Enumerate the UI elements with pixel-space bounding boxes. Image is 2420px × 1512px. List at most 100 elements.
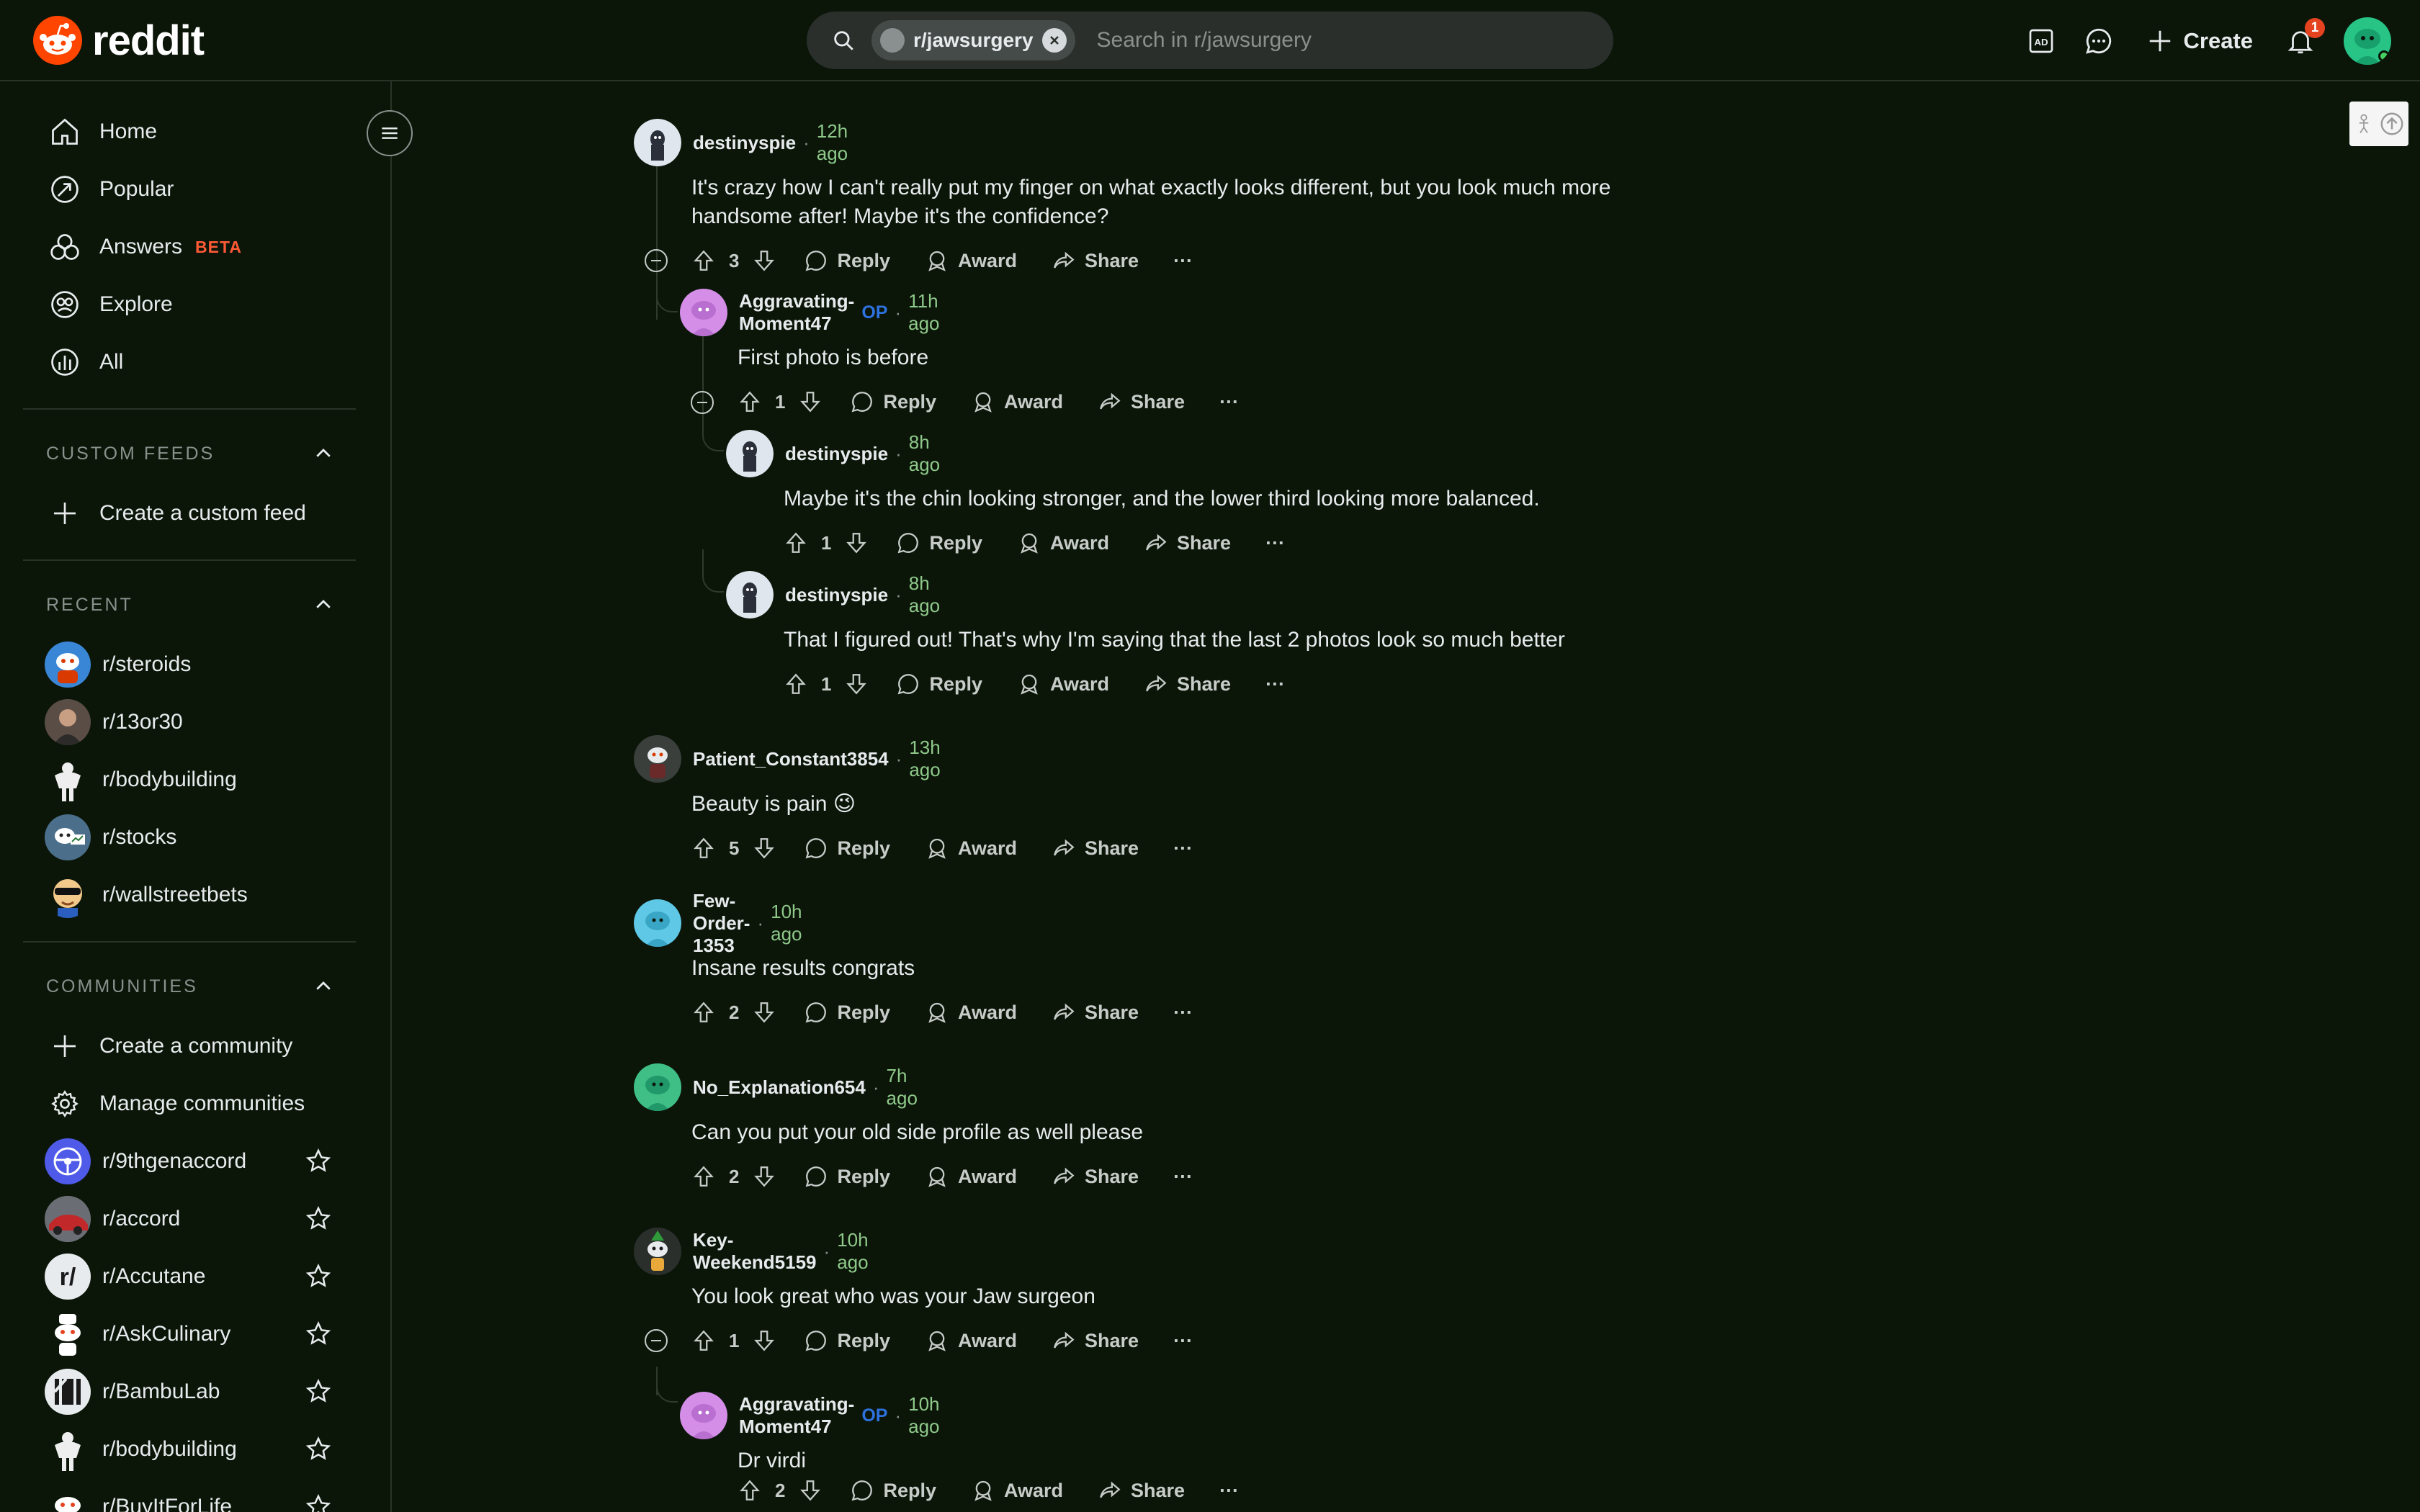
more-options-button[interactable]: ··· <box>1219 1480 1239 1502</box>
comment-author[interactable]: Few-Order-1353 <box>693 890 750 957</box>
comment-author[interactable]: destinyspie <box>785 584 888 606</box>
recent-community[interactable]: r/steroids <box>23 636 333 693</box>
downvote-icon[interactable] <box>844 672 869 696</box>
share-button[interactable]: Share <box>1144 672 1231 696</box>
more-options-button[interactable]: ··· <box>1219 391 1239 413</box>
avatar[interactable] <box>634 899 681 947</box>
upvote-icon[interactable] <box>784 531 808 555</box>
downvote-icon[interactable] <box>798 1478 823 1503</box>
more-options-button[interactable]: ··· <box>1173 1330 1193 1352</box>
share-button[interactable]: Share <box>1144 531 1231 555</box>
more-options-button[interactable]: ··· <box>1173 250 1193 272</box>
more-options-button[interactable]: ··· <box>1265 532 1285 554</box>
avatar[interactable] <box>680 1392 727 1439</box>
extension-widget[interactable] <box>2349 102 2408 146</box>
community-item[interactable]: r/BuyItForLife <box>23 1479 333 1512</box>
advertise-button[interactable]: AD <box>2012 12 2070 70</box>
share-button[interactable]: Share <box>1052 836 1139 860</box>
comment-time[interactable]: 13h ago <box>909 737 940 781</box>
community-item[interactable]: r/bodybuilding <box>23 1421 333 1477</box>
collapse-thread-button[interactable] <box>645 249 668 272</box>
reply-button[interactable]: Reply <box>804 248 890 273</box>
comment-time[interactable]: 8h ago <box>909 572 940 617</box>
recent-community[interactable]: r/stocks <box>23 809 333 865</box>
reddit-logo[interactable]: reddit <box>33 16 205 65</box>
comment-author[interactable]: Patient_Constant3854 <box>693 748 889 770</box>
comment-author[interactable]: Aggravating-Moment47 <box>739 1393 854 1438</box>
reply-button[interactable]: Reply <box>850 390 936 414</box>
award-button[interactable]: Award <box>925 836 1017 860</box>
downvote-icon[interactable] <box>752 1164 776 1189</box>
avatar[interactable] <box>726 571 774 618</box>
award-button[interactable]: Award <box>1017 531 1109 555</box>
comment-time[interactable]: 8h ago <box>909 431 940 476</box>
nav-all[interactable]: All <box>23 334 354 390</box>
award-button[interactable]: Award <box>971 390 1063 414</box>
downvote-icon[interactable] <box>752 1328 776 1353</box>
reply-button[interactable]: Reply <box>804 1000 890 1025</box>
nav-popular[interactable]: Popular <box>23 161 354 217</box>
notifications-button[interactable]: 1 <box>2272 12 2329 70</box>
award-button[interactable]: Award <box>925 1164 1017 1189</box>
downvote-icon[interactable] <box>752 1000 776 1025</box>
recent-header[interactable]: RECENT <box>46 594 334 616</box>
star-icon[interactable] <box>304 1262 333 1291</box>
star-icon[interactable] <box>304 1493 333 1512</box>
recent-community[interactable]: r/13or30 <box>23 694 333 750</box>
upvote-icon[interactable] <box>691 1164 716 1189</box>
collapse-thread-button[interactable] <box>645 1329 668 1352</box>
custom-feeds-header[interactable]: CUSTOM FEEDS <box>46 443 334 464</box>
create-button[interactable]: Create <box>2128 12 2272 70</box>
more-options-button[interactable]: ··· <box>1173 1166 1193 1188</box>
comment-time[interactable]: 7h ago <box>887 1065 918 1110</box>
award-button[interactable]: Award <box>925 248 1017 273</box>
more-options-button[interactable]: ··· <box>1173 1002 1193 1024</box>
avatar[interactable] <box>634 1228 681 1275</box>
more-options-button[interactable]: ··· <box>1265 673 1285 696</box>
comment-author[interactable]: Key-Weekend5159 <box>693 1229 817 1274</box>
upvote-icon[interactable] <box>738 390 762 414</box>
nav-home[interactable]: Home <box>23 104 354 160</box>
upvote-icon[interactable] <box>738 1478 762 1503</box>
share-button[interactable]: Share <box>1052 248 1139 273</box>
comment-time[interactable]: 12h ago <box>817 120 848 165</box>
comment-author[interactable]: destinyspie <box>785 443 888 465</box>
avatar[interactable] <box>680 289 727 336</box>
upvote-icon[interactable] <box>691 836 716 860</box>
create-community[interactable]: Create a community <box>23 1018 354 1074</box>
avatar[interactable] <box>634 119 681 166</box>
more-options-button[interactable]: ··· <box>1173 837 1193 860</box>
share-button[interactable]: Share <box>1052 1328 1139 1353</box>
award-button[interactable]: Award <box>1017 672 1109 696</box>
reply-button[interactable]: Reply <box>804 1164 890 1189</box>
share-button[interactable]: Share <box>1052 1000 1139 1025</box>
search-input[interactable]: Search in r/jawsurgery <box>1097 28 1312 53</box>
share-button[interactable]: Share <box>1052 1164 1139 1189</box>
reply-button[interactable]: Reply <box>804 1328 890 1353</box>
manage-communities[interactable]: Manage communities <box>23 1076 354 1132</box>
reply-button[interactable]: Reply <box>804 836 890 860</box>
search-bar[interactable]: r/jawsurgery Search in r/jawsurgery <box>807 12 1613 69</box>
comment-time[interactable]: 10h ago <box>908 1393 939 1438</box>
comment-time[interactable]: 11h ago <box>908 290 939 335</box>
share-button[interactable]: Share <box>1098 1478 1185 1503</box>
downvote-icon[interactable] <box>798 390 823 414</box>
reply-button[interactable]: Reply <box>896 531 982 555</box>
comment-time[interactable]: 10h ago <box>771 901 802 945</box>
upvote-icon[interactable] <box>691 1328 716 1353</box>
reply-button[interactable]: Reply <box>896 672 982 696</box>
star-icon[interactable] <box>304 1320 333 1349</box>
comment-time[interactable]: 10h ago <box>837 1229 868 1274</box>
nav-answers[interactable]: Answers BETA <box>23 219 354 275</box>
communities-header[interactable]: COMMUNITIES <box>46 976 334 997</box>
clear-scope-button[interactable] <box>1041 28 1067 53</box>
upvote-icon[interactable] <box>691 1000 716 1025</box>
recent-community[interactable]: r/bodybuilding <box>23 752 333 808</box>
upvote-icon[interactable] <box>784 672 808 696</box>
community-item[interactable]: r/accord <box>23 1191 333 1247</box>
recent-community[interactable]: r/wallstreetbets <box>23 867 333 923</box>
comment-author[interactable]: Aggravating-Moment47 <box>739 290 854 335</box>
star-icon[interactable] <box>304 1377 333 1406</box>
collapse-sidebar-button[interactable] <box>367 110 413 156</box>
community-item[interactable]: r/ r/Accutane <box>23 1248 333 1305</box>
